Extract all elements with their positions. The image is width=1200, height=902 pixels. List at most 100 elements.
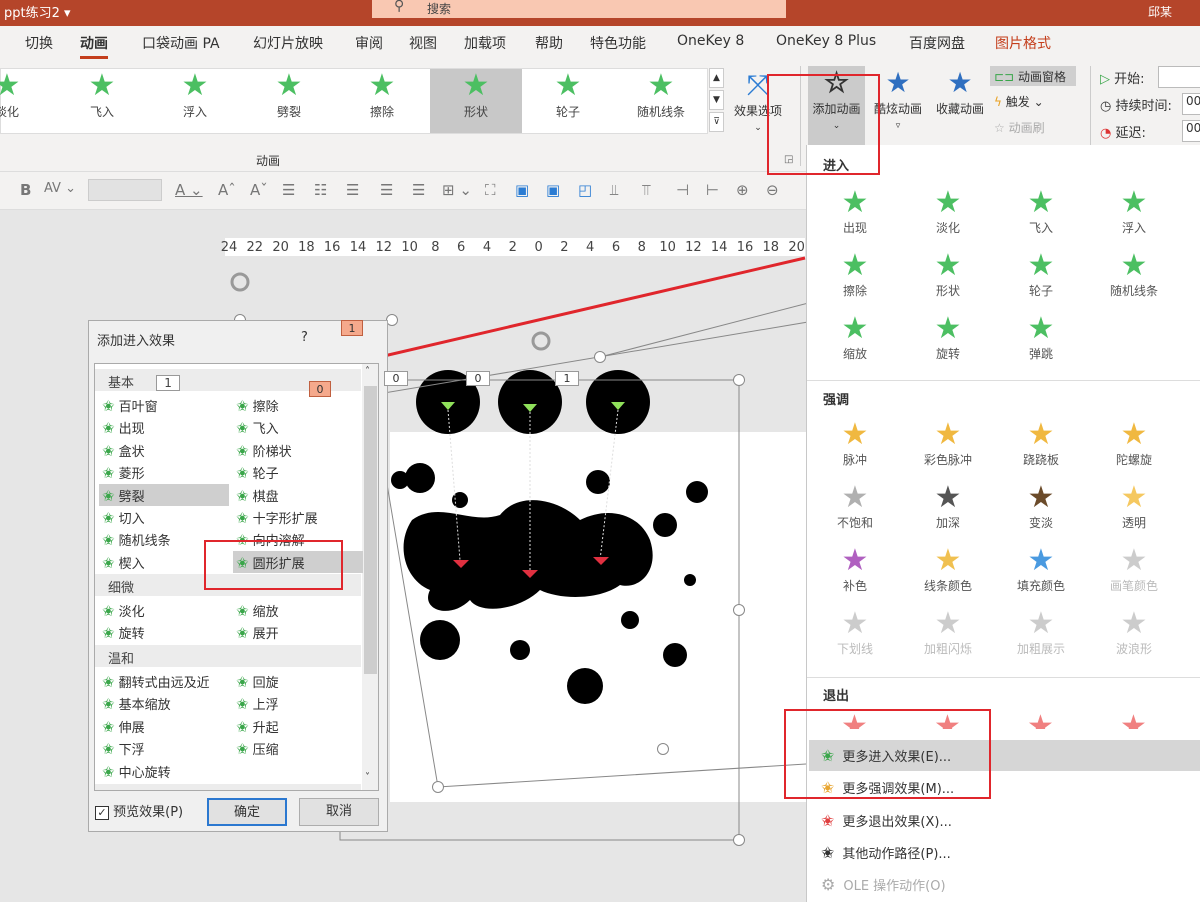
effect-item[interactable]: ✬ 棋盘 — [233, 484, 363, 506]
emphasis-effect-item[interactable]: ★ 加深 — [902, 482, 994, 531]
green-star-icon: ✬ — [102, 762, 115, 781]
green-star-icon: ★ — [934, 185, 962, 220]
resize-handle[interactable] — [657, 743, 669, 755]
effect-item[interactable]: ✬ 缩放 — [233, 599, 363, 621]
effect-item[interactable]: ✬ 阶梯状 — [233, 439, 363, 461]
effect-item[interactable]: ✬ 飞入 — [233, 416, 363, 438]
effect-item[interactable]: ✬ 下浮 — [99, 737, 229, 759]
effect-item[interactable]: ✬ 十字形扩展 — [233, 506, 363, 528]
resize-handle[interactable] — [432, 781, 444, 793]
green-star-icon: ★ — [841, 248, 869, 283]
emphasis-effect-item: ★ 下划线 — [809, 608, 901, 657]
entrance-effect-item[interactable]: ★ 随机线条 — [1088, 250, 1180, 299]
effect-label: 淡化 — [935, 221, 960, 235]
annotation-box — [767, 74, 880, 175]
effect-label: 陀螺旋 — [1115, 453, 1152, 467]
effect-item[interactable]: ✬ 轮子 — [233, 461, 363, 483]
effect-item[interactable]: ✬ 回旋 — [233, 670, 363, 692]
resize-handle[interactable] — [594, 351, 606, 363]
effect-item[interactable]: ✬ 基本缩放 — [99, 692, 229, 714]
emphasis-effect-item[interactable]: ★ 彩色脉冲 — [902, 419, 994, 468]
ok-button[interactable]: 确定 — [207, 798, 287, 826]
gold-star-icon: ★ — [934, 543, 962, 578]
effect-label: 轮子 — [252, 467, 279, 483]
entrance-effect-item[interactable]: ★ 飞入 — [995, 187, 1087, 236]
entrance-effect-item[interactable]: ★ 浮入 — [1088, 187, 1180, 236]
effect-item[interactable]: ✬ 升起 — [233, 715, 363, 737]
emphasis-effect-item[interactable]: ★ 补色 — [809, 545, 901, 594]
annotation-box — [204, 540, 343, 590]
menu-item[interactable]: ✬ 其他动作路径(P)... — [809, 837, 1200, 868]
effect-label: 回旋 — [252, 676, 279, 691]
effect-label: 展开 — [252, 627, 279, 643]
green-star-icon: ✬ — [236, 419, 249, 438]
emphasis-effect-item[interactable]: ★ 透明 — [1088, 482, 1180, 531]
effect-item[interactable]: ✬ 出现 — [99, 416, 229, 438]
section-header: 退出 — [823, 689, 850, 704]
effect-label: 出现 — [842, 221, 867, 235]
resize-handle[interactable] — [733, 604, 745, 616]
effect-label: 旋转 — [118, 627, 145, 643]
entrance-effect-item[interactable]: ★ 形状 — [902, 250, 994, 299]
star-icon: ✬ — [821, 810, 835, 830]
effect-label: 中心旋转 — [118, 765, 171, 781]
effect-item[interactable]: ✬ 淡化 — [99, 599, 229, 621]
entrance-effect-item[interactable]: ★ 淡化 — [902, 187, 994, 236]
entrance-effect-item[interactable]: ★ 轮子 — [995, 250, 1087, 299]
gear-icon: ⚙ — [821, 875, 836, 895]
category-count: 1 — [156, 375, 181, 391]
emphasis-effect-item[interactable]: ★ 线条颜色 — [902, 545, 994, 594]
emphasis-effect-item[interactable]: ★ 填充颜色 — [995, 545, 1087, 594]
scrollbar[interactable]: ˄ ˅ — [362, 364, 378, 790]
effect-item[interactable]: ✬ 盒状 — [99, 439, 229, 461]
emphasis-effect-item[interactable]: ★ 跷跷板 — [995, 419, 1087, 468]
green-star-icon: ✬ — [236, 740, 249, 759]
preview-checkbox[interactable]: ✓ 预览效果(P) — [95, 801, 183, 820]
effect-item[interactable]: ✬ 劈裂 — [99, 483, 229, 506]
effect-label: 擦除 — [842, 284, 867, 298]
emphasis-effect-item[interactable]: ★ 脉冲 — [809, 419, 901, 468]
effect-item[interactable]: ✬ 伸展 — [99, 715, 229, 737]
effect-label: 变淡 — [1028, 516, 1053, 530]
menu-item[interactable]: ✬ 更多退出效果(X)... — [809, 805, 1200, 836]
effect-item[interactable]: ✬ 擦除 — [233, 394, 363, 416]
green-star-icon: ✬ — [102, 673, 115, 691]
green-star-icon: ✬ — [102, 419, 115, 438]
green-star-icon: ✬ — [102, 602, 115, 620]
category-header: 温和 — [95, 645, 361, 667]
entrance-effect-item[interactable]: ★ 擦除 — [809, 250, 901, 299]
effect-label: 飞入 — [252, 422, 279, 438]
effect-item[interactable]: ✬ 旋转 — [99, 621, 229, 643]
green-star-icon: ✬ — [102, 624, 115, 643]
emphasis-effect-item[interactable]: ★ 变淡 — [995, 482, 1087, 531]
effect-item[interactable]: ✬ 展开 — [233, 621, 363, 643]
entrance-effect-item[interactable]: ★ 弹跳 — [995, 313, 1087, 362]
entrance-effect-item[interactable]: ★ 缩放 — [809, 313, 901, 362]
emphasis-effect-item: ★ 加粗展示 — [995, 608, 1087, 657]
effect-item[interactable]: ✬ 菱形 — [99, 461, 229, 483]
entrance-effect-item[interactable]: ★ 旋转 — [902, 313, 994, 362]
effect-item[interactable]: ✬ 百叶窗 — [99, 394, 229, 416]
effect-item[interactable]: ✬ 压缩 — [233, 737, 363, 759]
checkbox-check-icon: ✓ — [95, 806, 109, 820]
emphasis-effect-item[interactable]: ★ 陀螺旋 — [1088, 419, 1180, 468]
green-star-icon: ✬ — [236, 695, 249, 714]
emphasis-effect-item[interactable]: ★ 不饱和 — [809, 482, 901, 531]
effect-item[interactable]: ✬ 翻转式由远及近 — [99, 670, 229, 692]
green-star-icon: ✬ — [102, 441, 115, 460]
effect-item[interactable]: ✬ 切入 — [99, 506, 229, 528]
category-name: 细微 — [108, 581, 135, 596]
scroll-up-icon[interactable]: ˄ — [365, 366, 370, 377]
resize-handle[interactable] — [733, 374, 745, 386]
scroll-thumb[interactable] — [364, 386, 377, 674]
effect-label: 透明 — [1121, 516, 1146, 530]
help-button[interactable]: ? — [301, 330, 308, 345]
cancel-button[interactable]: 取消 — [299, 798, 379, 826]
effect-item[interactable]: ✬ 上浮 — [233, 692, 363, 714]
entrance-effect-item[interactable]: ★ 出现 — [809, 187, 901, 236]
resize-handle[interactable] — [733, 834, 745, 846]
effect-label: 缩放 — [842, 347, 867, 361]
scroll-down-icon[interactable]: ˅ — [365, 772, 370, 783]
effect-item[interactable]: ✬ 中心旋转 — [99, 760, 229, 782]
menu-item: ⚙ OLE 操作动作(O) — [809, 869, 1200, 900]
